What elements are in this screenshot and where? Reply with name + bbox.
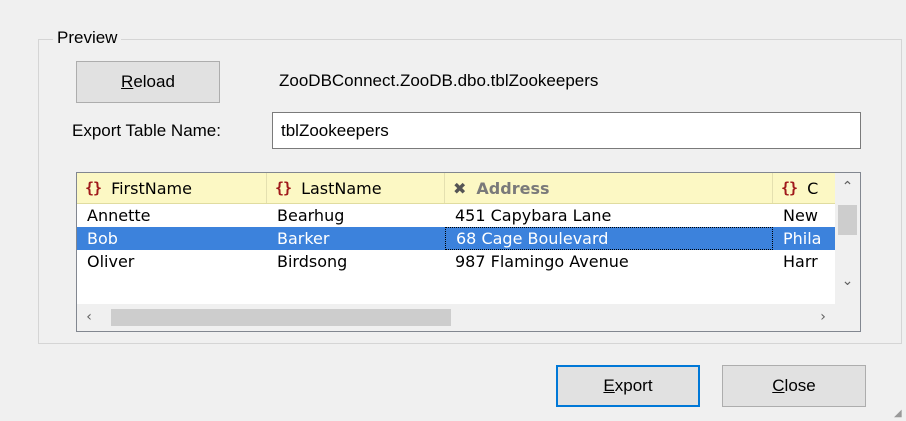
column-header-label: C xyxy=(807,178,819,198)
cell-city: Phila xyxy=(783,229,822,248)
column-header-city[interactable]: {} C xyxy=(773,173,835,203)
table-row[interactable]: Annette Bearhug 451 Capybara Lane New xyxy=(77,204,835,227)
column-header-label: FirstName xyxy=(111,178,192,198)
curly-braces-icon: {} xyxy=(275,179,292,197)
cell-lastname: Birdsong xyxy=(277,252,348,271)
vertical-scrollbar[interactable]: ⌃ ⌄ xyxy=(835,173,860,304)
export-button[interactable]: Export xyxy=(556,365,700,407)
preview-data-grid[interactable]: {} FirstName {} LastName ✖ Address {} C … xyxy=(76,172,861,332)
cell-address: 987 Flamingo Avenue xyxy=(455,252,629,271)
column-header-lastname[interactable]: {} LastName xyxy=(267,173,445,203)
column-header-label: LastName xyxy=(301,178,382,198)
grid-header: {} FirstName {} LastName ✖ Address {} C xyxy=(77,173,835,204)
export-table-name-value: tblZookeepers xyxy=(281,120,389,140)
cell-address: 451 Capybara Lane xyxy=(455,206,612,225)
export-label: xport xyxy=(614,376,653,395)
resize-grip-icon[interactable]: ◢ xyxy=(894,409,904,419)
table-row[interactable]: Oliver Birdsong 987 Flamingo Avenue Harr xyxy=(77,250,835,273)
curly-braces-icon: {} xyxy=(85,179,102,197)
export-table-name-input[interactable]: tblZookeepers xyxy=(272,112,861,149)
close-button[interactable]: Close xyxy=(722,365,866,407)
reload-label: eload xyxy=(133,72,175,91)
curly-braces-icon: {} xyxy=(781,179,798,197)
horizontal-scroll-thumb[interactable] xyxy=(111,309,451,326)
export-table-name-label: Export Table Name: xyxy=(72,121,221,140)
excluded-x-icon: ✖ xyxy=(453,178,467,198)
close-label: lose xyxy=(784,376,816,395)
reload-button[interactable]: Reload xyxy=(76,61,220,103)
column-header-firstname[interactable]: {} FirstName xyxy=(77,173,267,203)
scroll-left-icon[interactable]: ‹ xyxy=(81,309,97,325)
preview-group-title: Preview xyxy=(53,28,122,48)
cell-city: New xyxy=(783,206,818,225)
table-row-selected[interactable]: Bob Barker 68 Cage Boulevard Phila xyxy=(77,227,835,250)
horizontal-scrollbar[interactable]: ‹ › xyxy=(77,304,835,331)
vertical-scroll-thumb[interactable] xyxy=(838,205,857,235)
reload-mnemonic: R xyxy=(121,72,134,91)
cell-firstname: Bob xyxy=(87,229,118,248)
scroll-right-icon[interactable]: › xyxy=(815,309,831,325)
scroll-down-icon[interactable]: ⌄ xyxy=(835,273,860,289)
scrollbar-corner xyxy=(835,304,860,331)
cell-firstname: Annette xyxy=(87,206,151,225)
export-mnemonic: E xyxy=(603,376,615,395)
cell-lastname: Barker xyxy=(277,229,330,248)
cell-firstname: Oliver xyxy=(87,252,135,271)
column-header-address[interactable]: ✖ Address xyxy=(445,173,773,203)
cell-lastname: Bearhug xyxy=(277,206,345,225)
cell-address-focused: 68 Cage Boulevard xyxy=(445,227,773,250)
source-table-path: ZooDBConnect.ZooDB.dbo.tblZookeepers xyxy=(279,71,599,90)
scroll-up-icon[interactable]: ⌃ xyxy=(835,179,860,195)
column-header-label: Address xyxy=(476,178,550,198)
cell-city: Harr xyxy=(783,252,818,271)
close-mnemonic: C xyxy=(772,376,785,395)
